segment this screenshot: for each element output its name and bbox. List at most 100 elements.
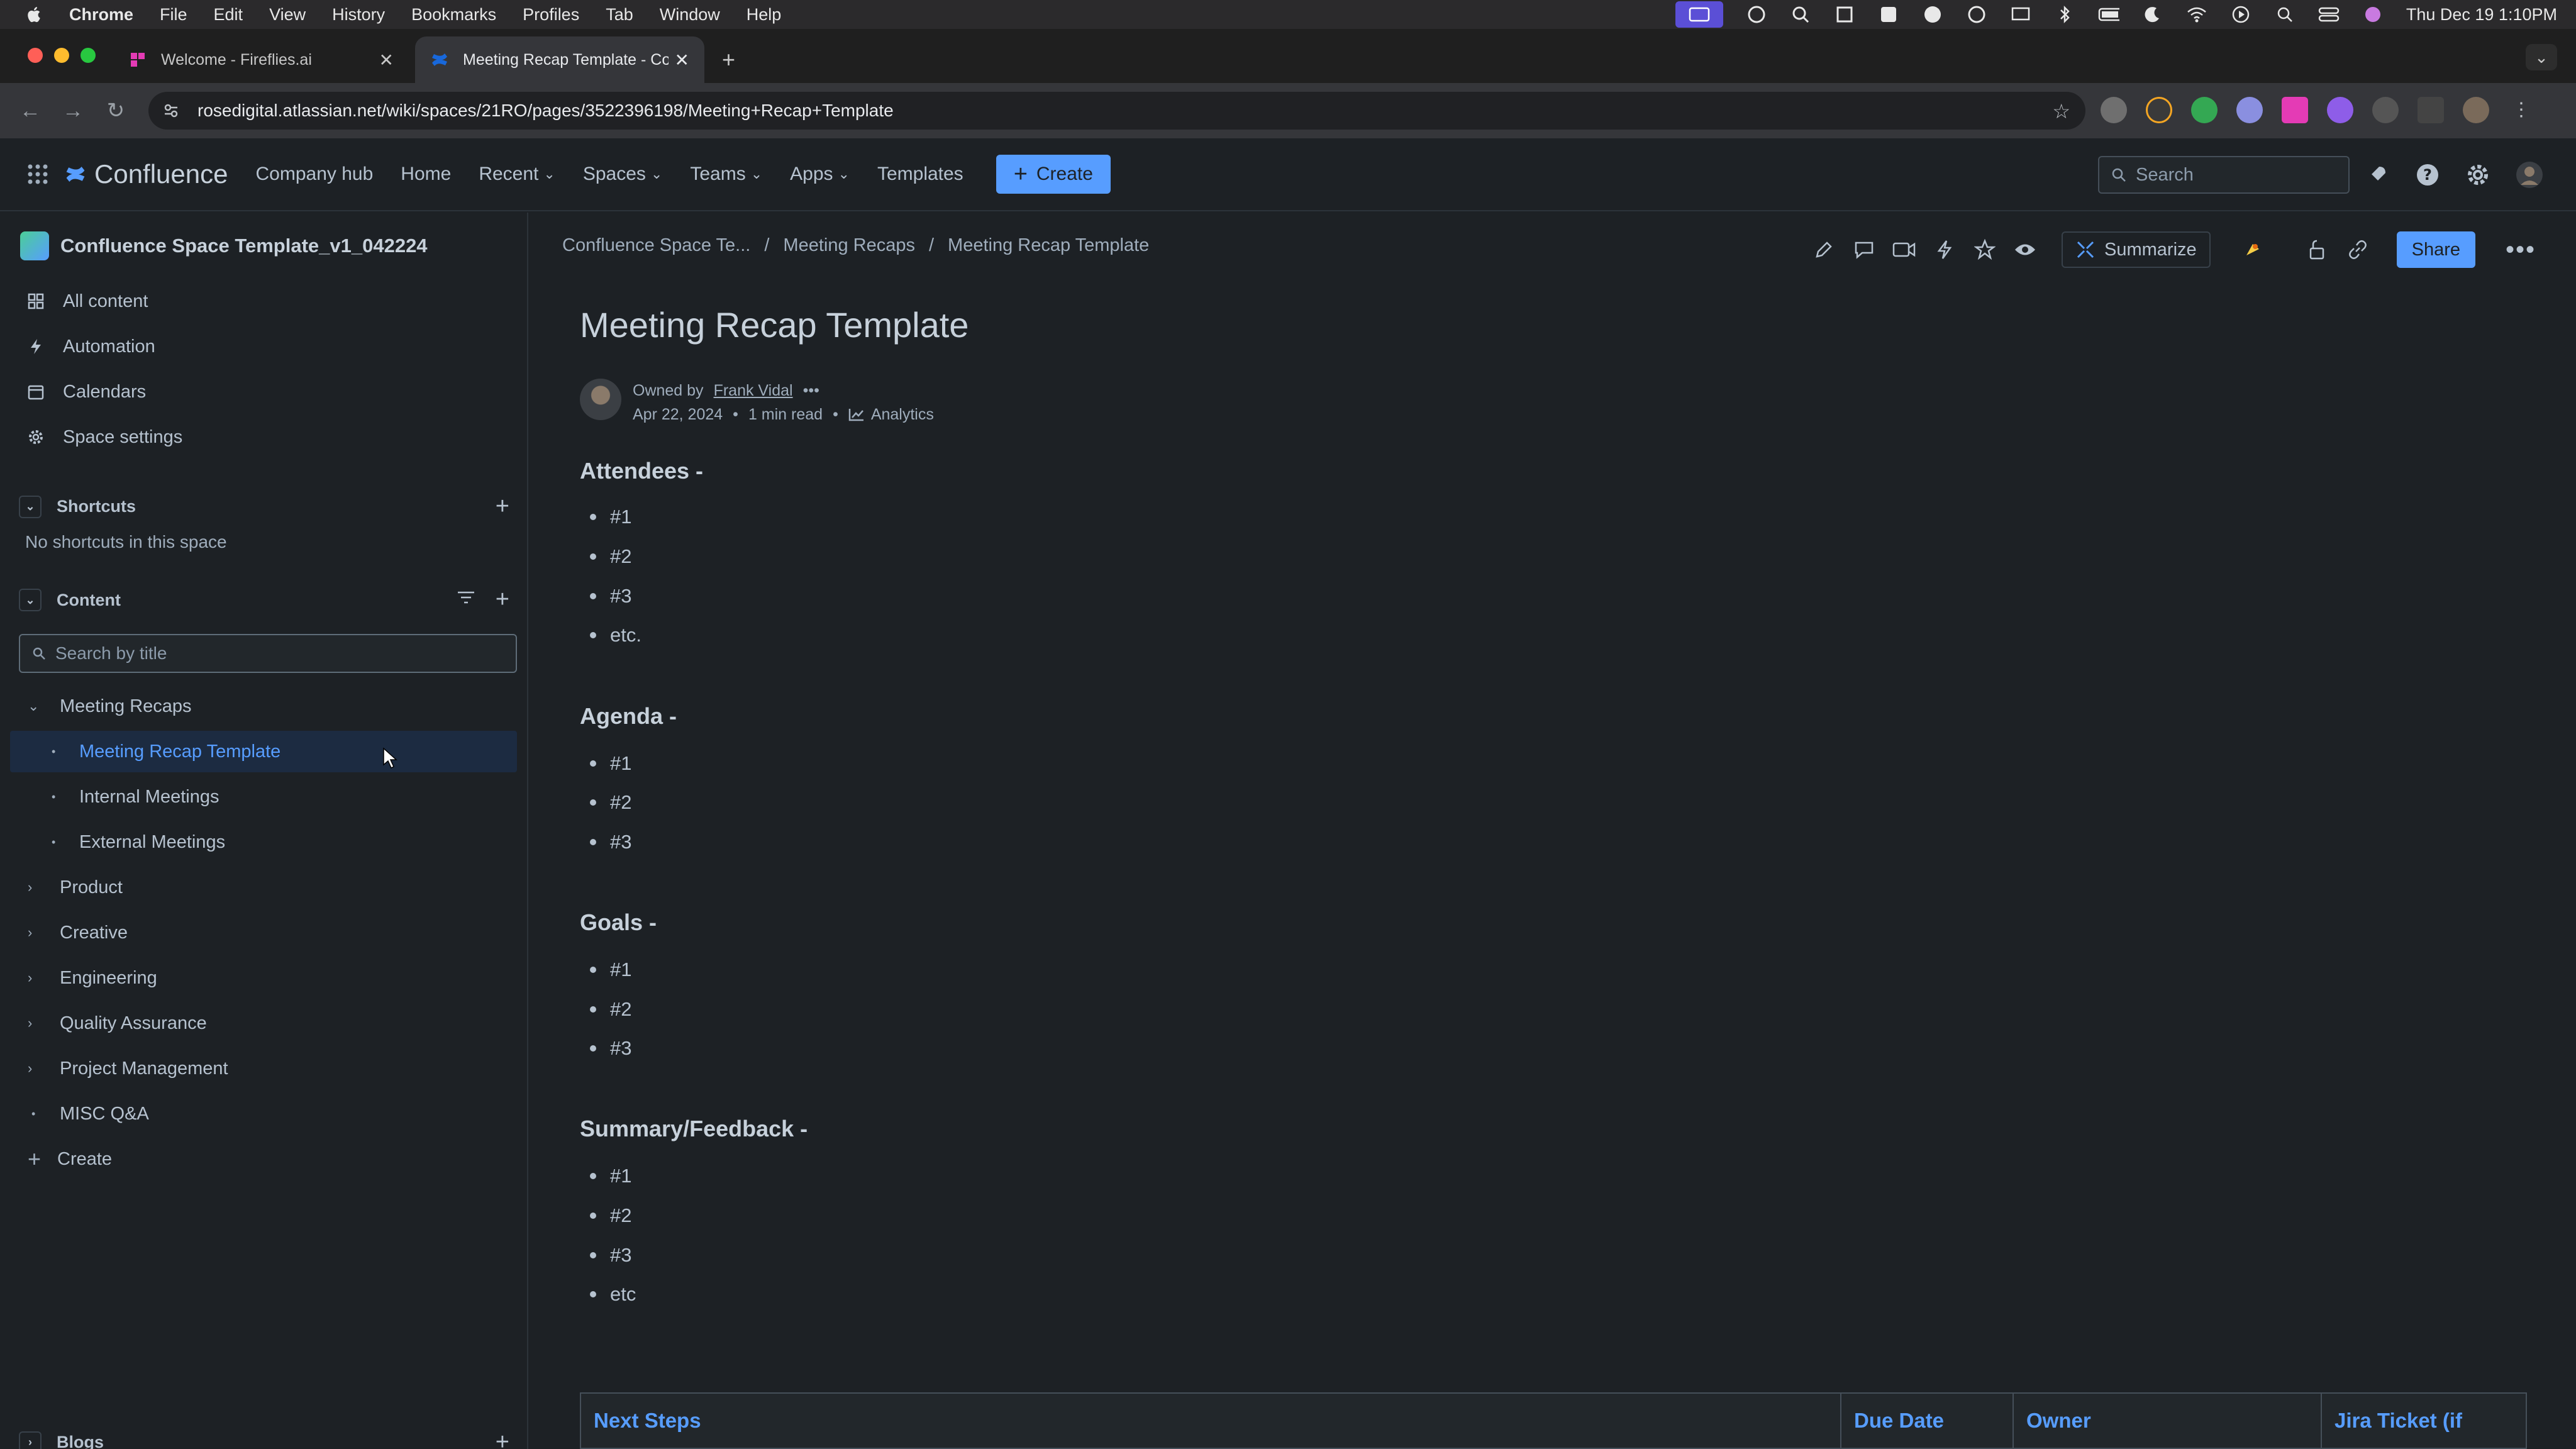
profile-avatar[interactable] bbox=[2463, 97, 2489, 123]
notifications-rocket-icon[interactable] bbox=[2363, 161, 2391, 189]
close-tab-icon[interactable]: ✕ bbox=[379, 50, 394, 70]
menu-tab[interactable]: Tab bbox=[606, 5, 633, 25]
clock[interactable]: Thu Dec 19 1:10PM bbox=[2406, 5, 2557, 25]
breadcrumb-space[interactable]: Confluence Space Te... bbox=[562, 235, 750, 256]
chevron-right-icon[interactable]: › bbox=[28, 879, 32, 896]
add-blog-plus-icon[interactable]: + bbox=[496, 1429, 509, 1449]
url-text[interactable]: rosedigital.atlassian.net/wiki/spaces/21… bbox=[197, 101, 894, 121]
extension-drive-icon[interactable] bbox=[2191, 97, 2218, 123]
sidebar-item-automation[interactable]: Automation bbox=[25, 336, 155, 357]
close-tab-icon[interactable]: ✕ bbox=[675, 50, 689, 70]
close-window-button[interactable] bbox=[28, 48, 43, 63]
menu-view[interactable]: View bbox=[269, 5, 306, 25]
bluetooth-icon[interactable] bbox=[2054, 5, 2075, 24]
tree-item-product[interactable]: › Product bbox=[0, 867, 518, 908]
display-icon[interactable] bbox=[2010, 5, 2031, 24]
spotlight-search-icon[interactable] bbox=[2274, 5, 2296, 24]
nav-templates[interactable]: Templates bbox=[877, 164, 963, 185]
control-center-icon[interactable] bbox=[2318, 5, 2340, 24]
breadcrumb-meeting-recaps[interactable]: Meeting Recaps bbox=[783, 235, 915, 256]
menu-bookmarks[interactable]: Bookmarks bbox=[411, 5, 496, 25]
tab-meeting-recap[interactable]: Meeting Recap Template - Co ✕ bbox=[415, 36, 704, 83]
chevron-right-icon[interactable]: › bbox=[28, 970, 32, 986]
extension-fireflies-icon[interactable] bbox=[2282, 97, 2308, 123]
maximize-window-button[interactable] bbox=[80, 48, 96, 63]
menu-window[interactable]: Window bbox=[660, 5, 720, 25]
tree-item-engineering[interactable]: › Engineering bbox=[0, 957, 518, 999]
table-header-jira-ticket[interactable]: Jira Ticket (if bbox=[2322, 1394, 2526, 1448]
menu-profiles[interactable]: Profiles bbox=[523, 5, 579, 25]
siri-icon[interactable] bbox=[2362, 5, 2384, 24]
add-shortcut-plus-icon[interactable]: + bbox=[496, 493, 509, 520]
more-actions-icon[interactable]: ••• bbox=[2506, 236, 2536, 264]
drive-status-icon[interactable] bbox=[1878, 5, 1899, 24]
chevron-down-icon[interactable]: ⌄ bbox=[28, 698, 39, 714]
star-icon[interactable] bbox=[1971, 236, 1999, 264]
chevron-right-icon[interactable]: › bbox=[28, 1060, 32, 1077]
menu-history[interactable]: History bbox=[332, 5, 385, 25]
chevron-right-icon[interactable]: › bbox=[28, 924, 32, 941]
extension-search-icon[interactable] bbox=[2327, 97, 2353, 123]
watch-eye-icon[interactable] bbox=[2011, 236, 2039, 264]
reload-icon[interactable]: ↻ bbox=[103, 98, 128, 123]
restrictions-lock-icon[interactable] bbox=[2304, 236, 2331, 264]
site-settings-icon[interactable] bbox=[158, 98, 184, 123]
tab-search-chevron-icon[interactable]: ⌄ bbox=[2526, 44, 2557, 70]
table-header-next-steps[interactable]: Next Steps bbox=[581, 1394, 1841, 1448]
sidebar-item-calendars[interactable]: Calendars bbox=[25, 381, 146, 402]
owner-more-icon[interactable]: ••• bbox=[803, 379, 819, 402]
screen-record-icon[interactable] bbox=[1675, 1, 1723, 28]
1password-icon[interactable] bbox=[1966, 5, 1987, 24]
comment-icon[interactable] bbox=[1850, 236, 1878, 264]
tree-item-meeting-recaps[interactable]: ⌄ Meeting Recaps bbox=[0, 686, 518, 727]
search-extension-icon[interactable] bbox=[1790, 5, 1811, 24]
minimize-window-button[interactable] bbox=[54, 48, 69, 63]
menu-file[interactable]: File bbox=[160, 5, 187, 25]
automation-lightning-icon[interactable] bbox=[1931, 236, 1958, 264]
address-bar[interactable]: rosedigital.atlassian.net/wiki/spaces/21… bbox=[148, 92, 2085, 130]
back-arrow-icon[interactable]: ← bbox=[18, 98, 43, 123]
create-button[interactable]: + Create bbox=[996, 155, 1111, 194]
bookmark-star-icon[interactable]: ☆ bbox=[2052, 99, 2070, 123]
tree-item-internal-meetings[interactable]: • Internal Meetings bbox=[0, 776, 518, 818]
share-button[interactable]: Share bbox=[2396, 231, 2476, 268]
edit-pencil-icon[interactable] bbox=[1810, 236, 1838, 264]
new-tab-icon[interactable]: + bbox=[722, 47, 735, 73]
settings-gear-icon[interactable] bbox=[2464, 161, 2492, 189]
extension-bolt-icon[interactable] bbox=[2146, 97, 2172, 123]
summarize-button[interactable]: Summarize bbox=[2062, 231, 2211, 268]
chevron-right-icon[interactable]: › bbox=[28, 1015, 32, 1031]
owner-avatar[interactable] bbox=[580, 379, 621, 420]
forward-arrow-icon[interactable]: → bbox=[60, 98, 86, 123]
wifi-icon[interactable] bbox=[2186, 5, 2207, 24]
bolt-status-icon[interactable] bbox=[1922, 5, 1943, 24]
space-header[interactable]: Confluence Space Template_v1_042224 bbox=[20, 231, 428, 260]
menu-help[interactable]: Help bbox=[747, 5, 782, 25]
extension-grammarly-icon[interactable] bbox=[2372, 97, 2399, 123]
sidebar-item-space-settings[interactable]: Space settings bbox=[25, 426, 182, 448]
extension-icon[interactable] bbox=[2101, 97, 2127, 123]
owner-link[interactable]: Frank Vidal bbox=[714, 379, 793, 402]
nav-teams[interactable]: Teams ⌄ bbox=[690, 164, 762, 185]
chevron-right-icon[interactable]: › bbox=[19, 1431, 42, 1449]
app-switcher-icon[interactable] bbox=[26, 163, 49, 186]
analytics-link[interactable]: Analytics bbox=[848, 402, 934, 426]
table-header-due-date[interactable]: Due Date bbox=[1841, 1394, 2014, 1448]
help-icon[interactable]: ? bbox=[2414, 161, 2441, 189]
nav-home[interactable]: Home bbox=[401, 164, 451, 185]
global-search-input[interactable]: Search bbox=[2098, 156, 2350, 194]
tree-item-creative[interactable]: › Creative bbox=[0, 912, 518, 953]
tree-item-external-meetings[interactable]: • External Meetings bbox=[0, 821, 518, 863]
menu-chrome[interactable]: Chrome bbox=[69, 5, 133, 25]
nav-recent[interactable]: Recent ⌄ bbox=[479, 164, 555, 185]
extension-icon[interactable] bbox=[2236, 97, 2263, 123]
breadcrumb-current-page[interactable]: Meeting Recap Template bbox=[948, 235, 1149, 256]
copy-link-icon[interactable] bbox=[2344, 236, 2372, 264]
table-header-owner[interactable]: Owner bbox=[2014, 1394, 2322, 1448]
rovo-agent-icon[interactable] bbox=[2238, 236, 2266, 264]
tab-fireflies[interactable]: Welcome - Fireflies.ai ✕ bbox=[113, 36, 409, 83]
sidebar-item-all-content[interactable]: All content bbox=[25, 291, 148, 312]
app-status-icon[interactable] bbox=[1834, 5, 1855, 24]
play-icon[interactable] bbox=[2230, 5, 2251, 24]
tree-item-misc-qa[interactable]: • MISC Q&A bbox=[0, 1093, 518, 1135]
